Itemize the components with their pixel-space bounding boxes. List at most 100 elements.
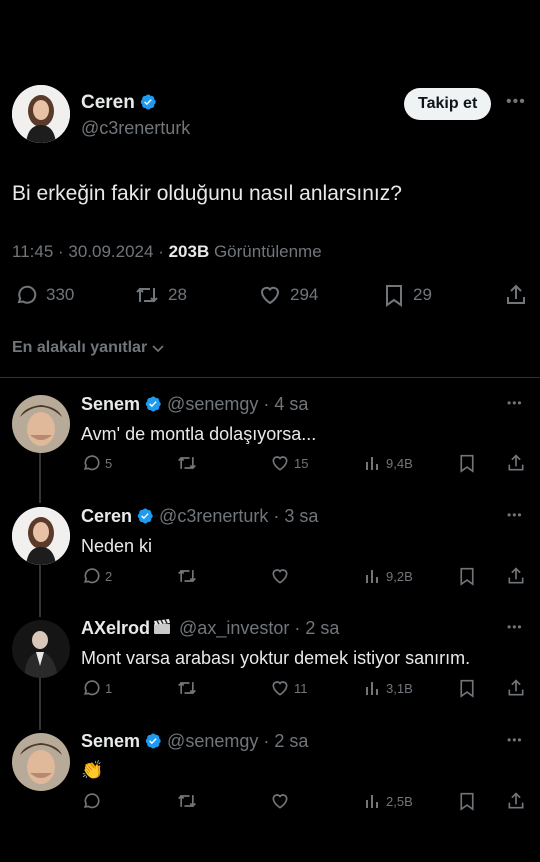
views-count: 3,1B [386, 680, 413, 696]
like-action[interactable] [270, 566, 290, 586]
like-count: 11 [294, 680, 308, 696]
reply-text: Avm' de montla dolaşıyorsa... [81, 424, 317, 444]
chevron-down-icon [152, 345, 164, 353]
thread-line [39, 678, 41, 730]
share-action[interactable] [506, 453, 526, 478]
retweet-action[interactable]: 28 [134, 283, 187, 307]
retweet-action[interactable] [176, 453, 198, 473]
divider [0, 377, 540, 378]
reply-icon [83, 793, 100, 809]
author-name-row: Ceren [81, 92, 157, 114]
like-action[interactable] [270, 791, 290, 811]
author-avatar[interactable] [12, 85, 70, 143]
like-count: 294 [290, 285, 319, 304]
share-action[interactable] [504, 283, 528, 312]
bookmark-action[interactable] [458, 678, 476, 703]
reply-action[interactable] [81, 791, 101, 811]
views-label: Görüntülenme [209, 242, 322, 261]
share-action[interactable] [506, 791, 526, 816]
share-icon [507, 284, 525, 304]
reply-action[interactable]: 1 [81, 678, 112, 698]
reply-count: 1 [105, 680, 113, 696]
retweet-icon [178, 456, 196, 470]
reply-icon [17, 285, 37, 304]
reply-author-name[interactable]: Ceren [81, 506, 132, 526]
more-options-icon[interactable]: ••• [507, 733, 523, 747]
reply-time[interactable]: · 2 sa [263, 731, 308, 751]
retweet-action[interactable] [176, 678, 198, 698]
reply-author-name[interactable]: AXelrod [81, 618, 150, 638]
thread-line [39, 565, 41, 617]
replies-sort-dropdown[interactable]: En alakalı yanıtlar [12, 339, 165, 357]
replies-sort-label: En alakalı yanıtlar [12, 339, 148, 356]
like-action[interactable]: 294 [258, 283, 318, 307]
bookmark-action[interactable]: 29 [383, 283, 432, 307]
tweet-text: Bi erkeğin fakir olduğunu nasıl anlarsın… [12, 182, 402, 205]
reply-icon [83, 568, 100, 584]
reply-header: Senem @senemgy · 2 sa [81, 731, 308, 752]
reply-time[interactable]: · 3 sa [273, 506, 318, 526]
views-action[interactable]: 9,4B [364, 453, 413, 473]
reply-count: 2 [105, 568, 113, 584]
reply-author-handle[interactable]: @ax_investor [179, 618, 289, 638]
verified-badge-icon [137, 508, 153, 524]
reply-avatar[interactable] [12, 395, 70, 453]
share-icon [508, 454, 524, 471]
reply-icon [83, 455, 100, 471]
more-options-icon[interactable]: ••• [506, 93, 526, 111]
retweet-action[interactable] [176, 791, 198, 811]
heart-icon [272, 681, 288, 696]
like-action[interactable]: 15 [270, 453, 308, 473]
bookmark-icon [386, 285, 402, 307]
like-count: 15 [294, 455, 309, 471]
bookmark-action[interactable] [458, 566, 476, 591]
share-icon [508, 792, 524, 809]
reply-author-handle[interactable]: @senemgy [167, 394, 258, 414]
bookmark-action[interactable] [458, 453, 476, 478]
reply-action[interactable]: 2 [81, 566, 112, 586]
views-action[interactable]: 3,1B [364, 678, 413, 698]
share-action[interactable] [506, 678, 526, 703]
reply-author-handle[interactable]: @c3renerturk [159, 506, 268, 526]
reply-author-name[interactable]: Senem [81, 731, 140, 751]
reply-action[interactable]: 5 [81, 453, 112, 473]
author-name[interactable]: Ceren [81, 92, 135, 113]
heart-icon [260, 286, 280, 305]
more-options-icon[interactable]: ••• [507, 396, 523, 410]
bookmark-count: 29 [413, 285, 432, 304]
reply-avatar[interactable] [12, 620, 70, 678]
verified-badge-icon [145, 396, 161, 412]
reply-author-name[interactable]: Senem [81, 394, 140, 414]
more-options-icon[interactable]: ••• [507, 620, 523, 634]
share-action[interactable] [506, 566, 526, 591]
bookmark-icon [460, 454, 474, 473]
reply-icon [83, 680, 100, 696]
reply-author-handle[interactable]: @senemgy [167, 731, 258, 751]
retweet-icon [178, 681, 196, 695]
like-action[interactable]: 11 [270, 678, 308, 698]
retweet-icon [136, 287, 158, 303]
more-options-icon[interactable]: ••• [507, 508, 523, 522]
reply-action[interactable]: 330 [14, 283, 74, 307]
share-icon [508, 567, 524, 584]
reply-avatar[interactable] [12, 507, 70, 565]
author-handle[interactable]: @c3renerturk [81, 118, 190, 139]
verified-badge-icon [145, 733, 161, 749]
tweet-timestamp[interactable]: 11:45 · 30.09.2024 · [12, 242, 169, 261]
clapperboard-badge-icon [154, 619, 171, 634]
reply-time[interactable]: · 4 sa [263, 394, 308, 414]
views-icon [366, 795, 378, 808]
retweet-icon [178, 569, 196, 583]
follow-button[interactable]: Takip et [404, 88, 492, 120]
reply-avatar[interactable] [12, 733, 70, 791]
retweet-action[interactable] [176, 566, 198, 586]
views-action[interactable]: 9,2B [364, 566, 413, 586]
bookmark-action[interactable] [458, 791, 476, 816]
reply-text: 👏 [81, 760, 104, 780]
bookmark-icon [460, 567, 474, 586]
reply-text: Mont varsa arabası yoktur demek istiyor … [81, 648, 471, 668]
views-count: 9,4B [386, 455, 413, 471]
views-action[interactable]: 2,5B [364, 791, 413, 811]
reply-time[interactable]: · 2 sa [294, 618, 339, 638]
reply-count: 5 [105, 455, 113, 471]
